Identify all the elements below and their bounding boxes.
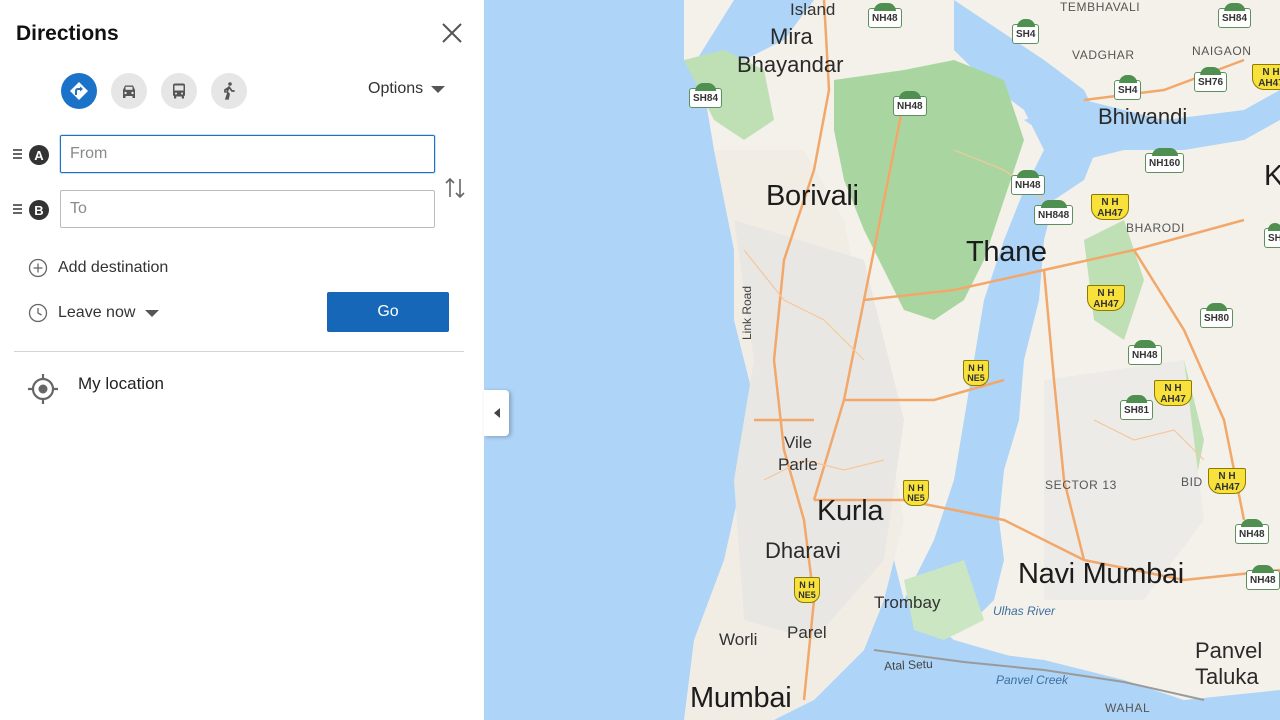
- drag-handle-icon[interactable]: [13, 149, 22, 161]
- map-label-tembhavali: TEMBHAVALI: [1060, 0, 1141, 14]
- highway-shield: SH: [1264, 228, 1280, 248]
- chevron-left-icon: [493, 408, 500, 418]
- map-label-vadghar: VADGHAR: [1072, 48, 1135, 62]
- map-label-panvel-creek: Panvel Creek: [996, 673, 1069, 687]
- highway-shield: NH48: [1235, 524, 1269, 544]
- bus-icon: [173, 83, 185, 99]
- map-label-mumbai: Mumbai: [690, 682, 792, 714]
- expressway-shield: N H NE5: [963, 360, 989, 386]
- leave-now-label: Leave now: [58, 304, 136, 321]
- clock-icon: [28, 303, 48, 323]
- map-label-sector-13: SECTOR 13: [1045, 478, 1117, 492]
- map-label-bid: BID: [1181, 475, 1203, 489]
- drag-handle-icon[interactable]: [13, 204, 22, 216]
- expressway-shield: N H NE5: [794, 577, 820, 603]
- map-label-panvel: Panvel: [1195, 638, 1263, 663]
- map-label-bharodi: BHARODI: [1126, 221, 1185, 235]
- add-circle-icon: [28, 258, 48, 278]
- map-label-parel: Parel: [787, 623, 827, 642]
- asian-highway-shield: N HAH47: [1154, 380, 1192, 406]
- map-label-naigaon: NAIGAON: [1192, 44, 1252, 58]
- highway-shield: NH48: [1128, 345, 1162, 365]
- map-label-thane: Thane: [966, 236, 1047, 268]
- map-label-island: Island: [790, 0, 836, 19]
- directions-mode-button[interactable]: [61, 73, 97, 109]
- map-label-dharavi: Dharavi: [765, 538, 841, 563]
- highway-shield: SH81: [1120, 400, 1154, 420]
- highway-shield: NH48: [1011, 175, 1045, 195]
- map-label-kurla: Kurla: [817, 495, 884, 527]
- chevron-down-icon: [145, 309, 160, 317]
- map-canvas[interactable]: Island TEMBHAVALI Mira Bhayandar VADGHAR…: [484, 0, 1280, 720]
- map-label-taluka: Taluka: [1195, 664, 1259, 689]
- map-label-mira: Mira: [770, 24, 813, 49]
- map-label-atal-setu: Atal Setu: [883, 656, 934, 674]
- highway-shield: NH48: [868, 8, 902, 28]
- turn-arrow-icon: [70, 82, 88, 100]
- waypoint-a-badge: A: [29, 145, 49, 165]
- map-label-bhiwandi: Bhiwandi: [1098, 104, 1188, 129]
- my-location-item[interactable]: My location: [26, 372, 164, 406]
- highway-shield: SH4: [1012, 24, 1040, 44]
- map-label-k-edge: K: [1264, 160, 1280, 192]
- divider: [14, 351, 464, 352]
- options-dropdown[interactable]: Options: [368, 80, 446, 98]
- map-label-borivali: Borivali: [766, 180, 859, 212]
- map-label-bhayandar: Bhayandar: [737, 52, 844, 77]
- highway-shield: SH84: [689, 88, 723, 108]
- car-icon: [123, 85, 135, 98]
- go-button[interactable]: Go: [327, 292, 449, 332]
- map-label-parle: Parle: [778, 455, 818, 474]
- from-input[interactable]: [60, 135, 435, 173]
- panel-title: Directions: [16, 22, 119, 45]
- highway-shield: NH48: [1246, 570, 1280, 590]
- highway-shield: SH84: [1218, 8, 1252, 28]
- highway-shield: NH160: [1145, 153, 1185, 173]
- map-label-navi-mumbai: Navi Mumbai: [1018, 558, 1184, 590]
- highway-shield: NH48: [893, 96, 927, 116]
- add-destination-label: Add destination: [58, 259, 169, 276]
- walking-person-icon: [224, 82, 235, 100]
- waypoint-b-badge: B: [29, 200, 49, 220]
- to-input[interactable]: [60, 190, 435, 228]
- map-label-ulhas-river: Ulhas River: [993, 604, 1056, 618]
- options-label: Options: [368, 80, 424, 97]
- asian-highway-shield: N HAH47: [1091, 194, 1129, 220]
- asian-highway-shield: N HAH47: [1208, 468, 1246, 494]
- highway-shield: NH848: [1034, 205, 1074, 225]
- walking-mode-button[interactable]: [211, 73, 247, 109]
- map-label-vile: Vile: [784, 433, 813, 452]
- my-location-label: My location: [78, 374, 164, 393]
- swap-arrows-icon[interactable]: [443, 175, 467, 201]
- map-label-link-road: Link Road: [740, 285, 754, 340]
- map-label-worli: Worli: [719, 630, 758, 649]
- add-destination-button[interactable]: Add destination: [28, 258, 168, 278]
- chevron-down-icon: [431, 85, 446, 93]
- directions-panel: Directions Options A From B To Add desti…: [0, 0, 484, 720]
- transit-mode-button[interactable]: [161, 73, 197, 109]
- asian-highway-shield: N HAH47: [1087, 285, 1125, 311]
- highway-shield: SH76: [1194, 72, 1228, 92]
- leave-now-dropdown[interactable]: Leave now: [28, 303, 160, 323]
- location-target-icon: [28, 374, 58, 404]
- highway-shield: SH80: [1200, 308, 1234, 328]
- asian-highway-shield: N HAH47: [1252, 64, 1280, 90]
- map-label-wahal: WAHAL: [1105, 701, 1151, 715]
- driving-mode-button[interactable]: [111, 73, 147, 109]
- highway-shield: SH4: [1114, 80, 1142, 100]
- close-icon[interactable]: [436, 17, 468, 49]
- map-label-trombay: Trombay: [874, 593, 941, 612]
- expressway-shield: N H NE5: [903, 480, 929, 506]
- collapse-panel-button[interactable]: [484, 390, 509, 436]
